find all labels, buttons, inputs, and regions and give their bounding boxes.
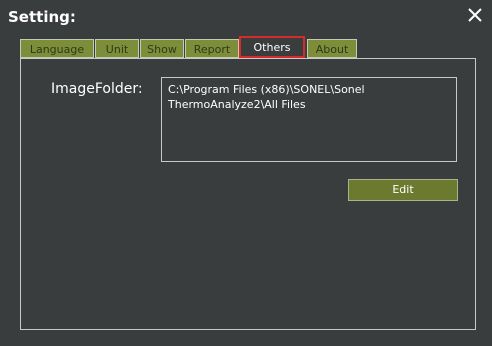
image-folder-path-field[interactable]: C:\Program Files (x86)\SONEL\Sonel Therm…: [161, 77, 457, 162]
tab-others[interactable]: Others: [239, 36, 305, 58]
others-panel: ImageFolder: C:\Program Files (x86)\SONE…: [20, 58, 476, 330]
tab-unit[interactable]: Unit: [95, 39, 139, 58]
settings-window: Setting: Language Unit Show Report Other…: [0, 0, 492, 346]
edit-button[interactable]: Edit: [348, 179, 458, 201]
window-title: Setting:: [8, 8, 76, 26]
close-button[interactable]: [466, 6, 484, 24]
tab-report[interactable]: Report: [185, 39, 239, 58]
tab-language[interactable]: Language: [20, 39, 94, 58]
tab-show[interactable]: Show: [140, 39, 184, 58]
close-icon: [468, 8, 482, 22]
image-folder-label: ImageFolder:: [51, 81, 143, 97]
tab-about[interactable]: About: [307, 39, 357, 58]
